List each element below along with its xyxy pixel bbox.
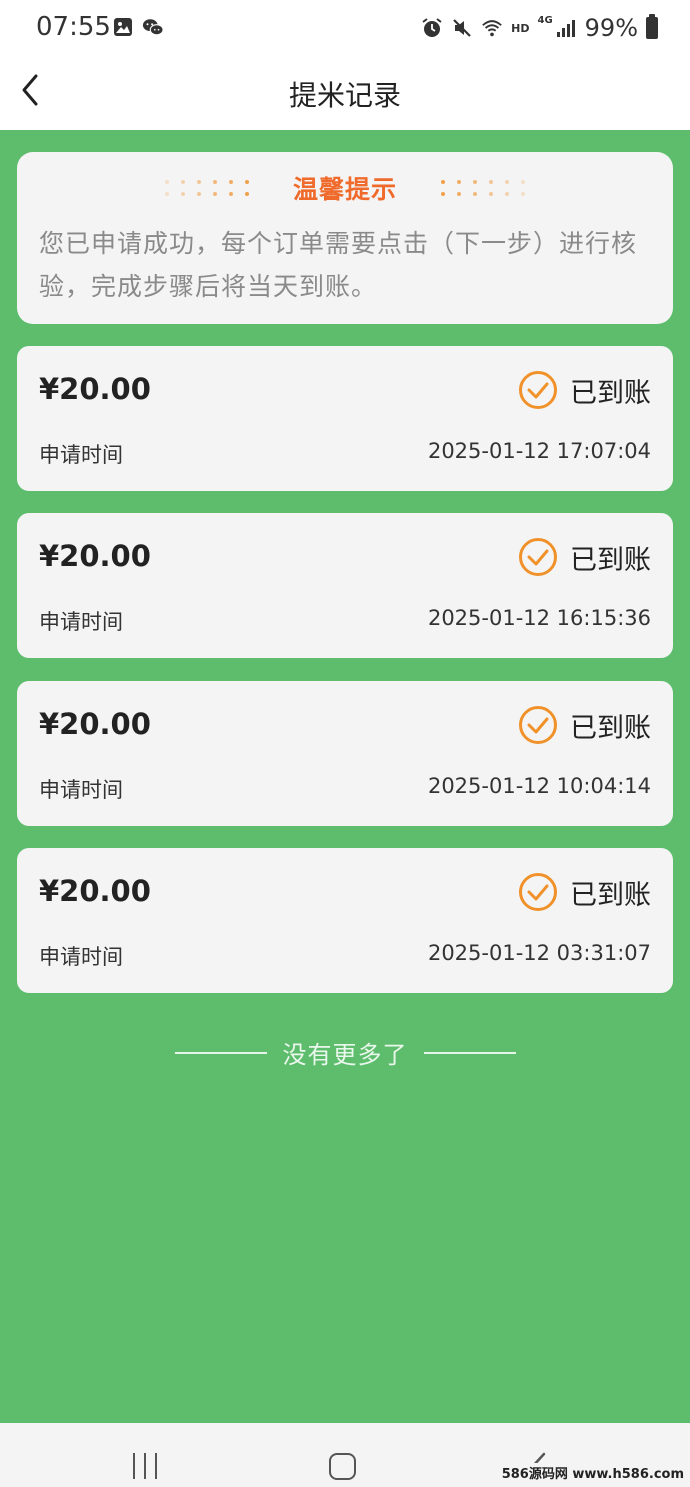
alarm-icon: [422, 18, 442, 37]
no-more-text: 没有更多了: [282, 1041, 408, 1069]
record-status-text: 已到账: [570, 377, 651, 409]
record-status: 已到账: [518, 370, 651, 410]
record-card[interactable]: ¥20.00 已到账 申请时间 2025-01-12 10:04:14: [17, 681, 673, 826]
divider-line: [174, 1051, 267, 1054]
status-time: 07:55: [36, 12, 111, 42]
apply-time-label: 申请时间: [39, 610, 123, 634]
record-status-text: 已到账: [570, 712, 651, 744]
content-area: 温馨提示 您已申请成功，每个订单需要点击（下一步）进行核验，完成步骤后将当天到账…: [0, 130, 690, 1423]
mute-icon: [453, 19, 471, 37]
divider-line: [423, 1051, 516, 1054]
check-circle-icon: [519, 706, 557, 744]
dots-decoration-left-icon: [164, 180, 249, 196]
check-circle-icon: [519, 873, 557, 911]
apply-time-value: 2025-01-12 10:04:14: [427, 774, 651, 798]
status-left-icons: [112, 16, 164, 38]
page-title: 提米记录: [288, 79, 401, 112]
record-amount: ¥20.00: [39, 372, 151, 406]
status-right: HD 4G 99%: [421, 14, 658, 42]
check-circle-icon: [519, 371, 557, 409]
hd-label: HD: [511, 21, 530, 35]
record-status-text: 已到账: [570, 544, 651, 576]
apply-time-value: 2025-01-12 17:07:04: [427, 439, 651, 463]
tip-card: 温馨提示 您已申请成功，每个订单需要点击（下一步）进行核验，完成步骤后将当天到账…: [17, 152, 673, 324]
apply-time-label: 申请时间: [39, 945, 123, 969]
nav-bar: 提米记录: [0, 58, 690, 130]
record-status: 已到账: [518, 705, 651, 745]
wifi-icon: [482, 20, 502, 37]
apply-time-value: 2025-01-12 03:31:07: [427, 941, 651, 965]
record-amount: ¥20.00: [39, 874, 151, 908]
apply-time-label: 申请时间: [39, 443, 123, 467]
status-bar: 07:55 HD 4G 99%: [0, 0, 690, 58]
signal-icon: [556, 20, 575, 37]
record-amount: ¥20.00: [39, 539, 151, 573]
tip-header: 温馨提示: [17, 170, 673, 206]
record-card[interactable]: ¥20.00 已到账 申请时间 2025-01-12 16:15:36: [17, 513, 673, 658]
apply-time-value: 2025-01-12 16:15:36: [427, 606, 651, 630]
apply-time-label: 申请时间: [39, 778, 123, 802]
wechat-icon: [142, 19, 164, 36]
record-status: 已到账: [518, 872, 651, 912]
battery-percent: 99%: [584, 14, 638, 42]
record-status-text: 已到账: [570, 879, 651, 911]
list-end-indicator: 没有更多了: [0, 1035, 690, 1070]
check-circle-icon: [519, 538, 557, 576]
network-label: 4G: [537, 14, 553, 26]
record-card[interactable]: ¥20.00 已到账 申请时间 2025-01-12 03:31:07: [17, 848, 673, 993]
tip-title: 温馨提示: [292, 175, 397, 204]
home-button[interactable]: [329, 1453, 356, 1480]
recent-apps-button[interactable]: [133, 1453, 157, 1479]
record-status: 已到账: [518, 537, 651, 577]
record-amount: ¥20.00: [39, 707, 151, 741]
gallery-icon: [114, 18, 132, 36]
system-nav-bar: 586源码网 www.h586.com: [0, 1423, 690, 1487]
record-card[interactable]: ¥20.00 已到账 申请时间 2025-01-12 17:07:04: [17, 346, 673, 491]
watermark: 586源码网 www.h586.com: [501, 1463, 684, 1482]
dots-decoration-right-icon: [441, 180, 525, 196]
battery-icon: [646, 14, 658, 39]
tip-text: 您已申请成功，每个订单需要点击（下一步）进行核验，完成步骤后将当天到账。: [39, 229, 638, 301]
